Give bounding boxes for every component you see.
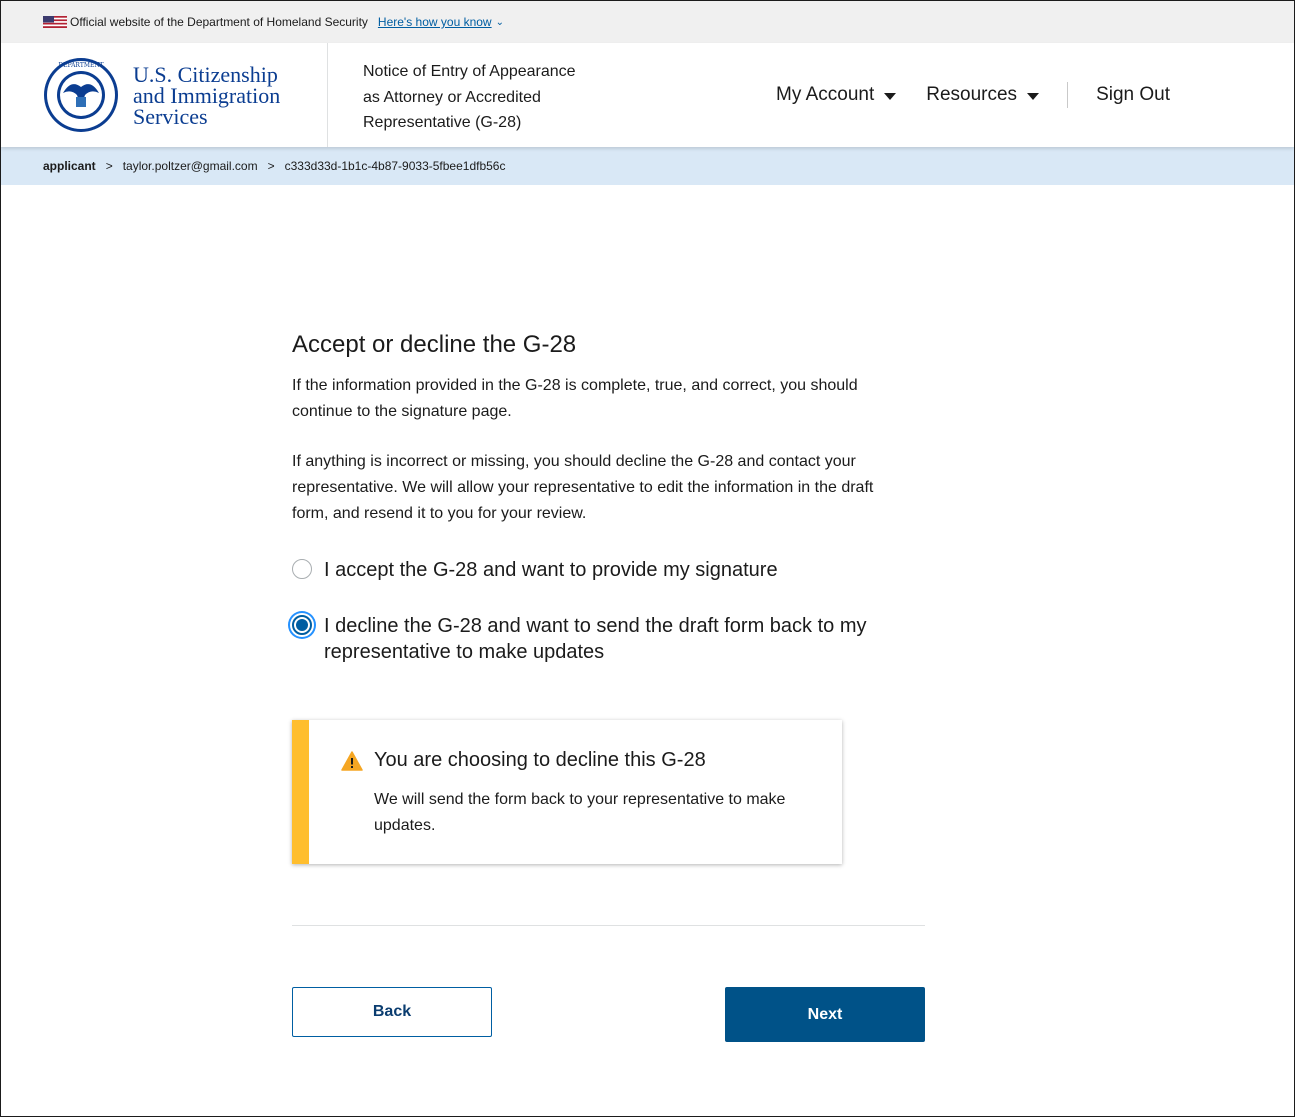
- main-content: Accept or decline the G-28 If the inform…: [292, 331, 932, 1042]
- us-flag-icon: [43, 16, 67, 28]
- my-account-label: My Account: [776, 84, 875, 105]
- agency-name-line2: and Immigration: [133, 82, 281, 108]
- resources-label: Resources: [926, 84, 1018, 105]
- breadcrumb-item-email[interactable]: taylor.poltzer@gmail.com: [123, 159, 258, 173]
- caret-down-icon: [884, 92, 897, 100]
- nav-divider: [1067, 82, 1069, 108]
- form-title-line3: Representative (G-28): [363, 114, 522, 131]
- page-frame: Official website of the Department of Ho…: [0, 0, 1295, 1117]
- main-nav: My Account Resources Sign Out: [776, 43, 1170, 147]
- decline-radio-button[interactable]: [292, 614, 312, 635]
- accept-option-label: I accept the G-28 and want to provide my…: [324, 558, 778, 581]
- back-button[interactable]: Back: [292, 987, 492, 1037]
- dhs-seal-icon: DEPARTMENT: [44, 58, 118, 132]
- next-button[interactable]: Next: [725, 987, 925, 1042]
- gov-banner: Official website of the Department of Ho…: [1, 1, 1294, 43]
- decline-warning-alert: You are choosing to decline this G-28 We…: [292, 720, 842, 864]
- decline-option-label: I decline the G-28 and want to send the …: [324, 614, 867, 663]
- caret-down-icon: [1027, 92, 1040, 100]
- decline-instructions-paragraph: If anything is incorrect or missing, you…: [292, 453, 874, 522]
- my-account-menu[interactable]: My Account: [776, 84, 897, 106]
- form-title-line1: Notice of Entry of Appearance: [363, 63, 576, 80]
- site-header: DEPARTMENT U.S. Citizenship and Immigrat…: [1, 43, 1294, 147]
- breadcrumb-item-applicant[interactable]: applicant: [43, 159, 96, 173]
- svg-text:DEPARTMENT: DEPARTMENT: [58, 62, 103, 69]
- page-title: Accept or decline the G-28: [292, 331, 577, 358]
- alert-title: You are choosing to decline this G-28: [341, 749, 706, 772]
- intro-paragraph: If the information provided in the G-28 …: [292, 377, 858, 420]
- heres-how-you-know-link[interactable]: Here's how you know: [378, 15, 492, 29]
- agency-name-line1: U.S. Citizenship: [133, 61, 278, 87]
- agency-logo-block[interactable]: DEPARTMENT U.S. Citizenship and Immigrat…: [1, 43, 328, 147]
- decline-option[interactable]: I decline the G-28 and want to send the …: [292, 613, 932, 665]
- accept-radio-button[interactable]: [292, 558, 312, 579]
- chevron-down-icon[interactable]: ⌄: [496, 17, 504, 28]
- section-divider: [292, 925, 925, 926]
- agency-name: U.S. Citizenship and Immigration Service…: [133, 61, 281, 129]
- accept-option[interactable]: I accept the G-28 and want to provide my…: [292, 557, 932, 583]
- official-website-text: Official website of the Department of Ho…: [70, 15, 368, 29]
- form-title-line2: as Attorney or Accredited: [363, 88, 541, 106]
- breadcrumb-separator: >: [105, 159, 113, 173]
- alert-body-text: We will send the form back to your repre…: [374, 791, 786, 834]
- breadcrumb: applicant > taylor.poltzer@gmail.com > c…: [1, 147, 1294, 185]
- sign-out-link[interactable]: Sign Out: [1096, 84, 1170, 106]
- breadcrumb-separator: >: [267, 159, 275, 173]
- form-title: Notice of Entry of Appearance as Attorne…: [328, 43, 623, 147]
- warning-icon: [341, 750, 363, 771]
- alert-title-text: You are choosing to decline this G-28: [374, 749, 706, 771]
- resources-menu[interactable]: Resources: [926, 84, 1040, 106]
- agency-name-line3: Services: [133, 103, 208, 129]
- breadcrumb-item-case-id: c333d33d-1b1c-4b87-9033-5fbee1dfb56c: [284, 159, 506, 173]
